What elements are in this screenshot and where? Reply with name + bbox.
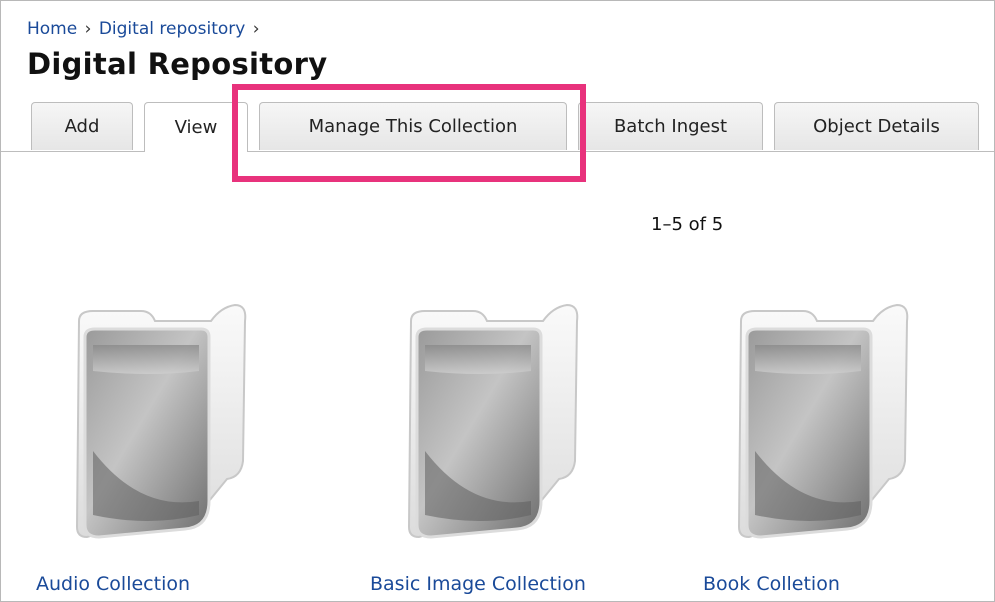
tab-object-details[interactable]: Object Details: [774, 102, 979, 150]
folder-icon[interactable]: [59, 301, 259, 551]
breadcrumb-home-link[interactable]: Home: [27, 19, 77, 39]
page-frame: Home › Digital repository › Digital Repo…: [0, 0, 995, 602]
pager-text: 1–5 of 5: [651, 214, 724, 235]
tab-view[interactable]: View: [144, 102, 248, 152]
page-title: Digital Repository: [27, 47, 328, 81]
tab-add[interactable]: Add: [31, 102, 133, 150]
folder-icon[interactable]: [721, 301, 921, 551]
collection-item[interactable]: [721, 301, 921, 551]
breadcrumb-digital-repository-link[interactable]: Digital repository: [99, 19, 246, 39]
tab-bar: Add View Manage This Collection Batch In…: [1, 102, 994, 152]
folder-icon[interactable]: [391, 301, 591, 551]
collection-link-book[interactable]: Book Colletion: [703, 573, 840, 595]
collection-link-audio[interactable]: Audio Collection: [36, 573, 190, 595]
tab-batch-ingest[interactable]: Batch Ingest: [578, 102, 763, 150]
breadcrumb-separator: ›: [252, 19, 260, 39]
breadcrumb-separator: ›: [84, 19, 92, 39]
tab-manage-this-collection[interactable]: Manage This Collection: [259, 102, 567, 150]
collection-item[interactable]: [391, 301, 591, 551]
collection-link-basic-image[interactable]: Basic Image Collection: [370, 573, 586, 595]
collection-item[interactable]: [59, 301, 259, 551]
breadcrumb: Home › Digital repository ›: [27, 19, 262, 39]
